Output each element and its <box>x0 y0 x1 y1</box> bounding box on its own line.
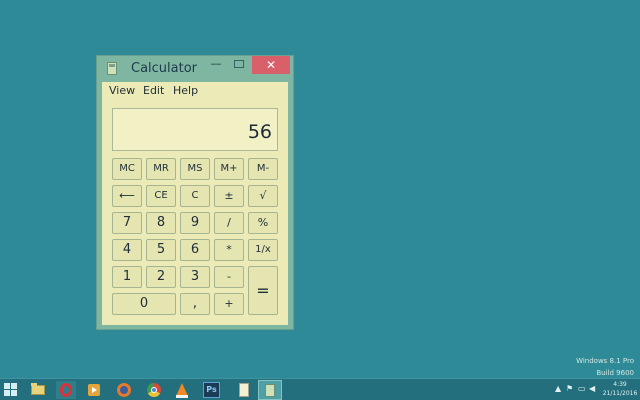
key-multiply[interactable]: * <box>214 239 244 261</box>
key-2[interactable]: 2 <box>146 266 176 288</box>
clock-date[interactable]: 21/11/2016 <box>600 390 640 397</box>
calculator-icon[interactable] <box>258 380 282 400</box>
display-value: 56 <box>247 121 272 143</box>
notepad-icon[interactable] <box>234 381 254 399</box>
key-1[interactable]: 1 <box>112 266 142 288</box>
title-bar[interactable]: Calculator — ✕ <box>97 56 293 82</box>
battery-icon[interactable]: ▭ <box>578 384 586 393</box>
menu-help[interactable]: Help <box>173 84 198 97</box>
key-3[interactable]: 3 <box>180 266 210 288</box>
minimize-button[interactable]: — <box>205 56 227 74</box>
windows-watermark: Windows 8.1 Pro Build 9600 <box>576 355 634 379</box>
taskbar: Ps ▲ ⚑ ▭ ◀ 4:39 21/11/2016 <box>0 378 640 400</box>
photoshop-icon[interactable]: Ps <box>203 382 220 398</box>
key-5[interactable]: 5 <box>146 239 176 261</box>
key-memory-subtract[interactable]: M- <box>248 158 278 180</box>
key-clear-entry[interactable]: CE <box>146 185 176 207</box>
calculator-display: 56 <box>112 108 278 151</box>
menu-view[interactable]: View <box>109 84 135 97</box>
maximize-icon <box>234 60 244 68</box>
show-hidden-icons-icon[interactable]: ▲ <box>555 384 561 393</box>
opera-icon[interactable] <box>56 381 76 399</box>
calculator-body: View Edit Help 56 MC MR MS M+ M- ⟵ CE C … <box>102 82 288 325</box>
key-reciprocal[interactable]: 1/x <box>248 239 278 261</box>
key-4[interactable]: 4 <box>112 239 142 261</box>
key-6[interactable]: 6 <box>180 239 210 261</box>
menu-bar: View Edit Help <box>102 82 288 100</box>
key-backspace[interactable]: ⟵ <box>112 185 142 207</box>
key-square-root[interactable]: √ <box>248 185 278 207</box>
chrome-icon[interactable] <box>144 381 164 399</box>
calculator-window: Calculator — ✕ View Edit Help 56 MC MR M… <box>96 55 294 330</box>
key-negate[interactable]: ± <box>214 185 244 207</box>
clock-time[interactable]: 4:39 <box>600 381 640 388</box>
key-memory-clear[interactable]: MC <box>112 158 142 180</box>
key-memory-recall[interactable]: MR <box>146 158 176 180</box>
key-percent[interactable]: % <box>248 212 278 234</box>
close-button[interactable]: ✕ <box>252 56 290 74</box>
menu-edit[interactable]: Edit <box>143 84 164 97</box>
key-8[interactable]: 8 <box>146 212 176 234</box>
watermark-edition: Windows 8.1 Pro <box>576 357 634 365</box>
vlc-icon[interactable] <box>172 381 192 399</box>
calculator-app-icon <box>107 62 117 75</box>
key-subtract[interactable]: - <box>214 266 244 288</box>
key-divide[interactable]: / <box>214 212 244 234</box>
maximize-button[interactable] <box>227 56 251 74</box>
window-title: Calculator <box>131 61 198 76</box>
media-player-icon[interactable] <box>84 381 104 399</box>
key-memory-add[interactable]: M+ <box>214 158 244 180</box>
key-7[interactable]: 7 <box>112 212 142 234</box>
key-9[interactable]: 9 <box>180 212 210 234</box>
start-icon[interactable] <box>4 383 18 396</box>
firefox-icon[interactable] <box>114 381 134 399</box>
volume-icon[interactable]: ◀ <box>589 384 595 393</box>
key-equals[interactable]: = <box>248 266 278 315</box>
key-decimal[interactable]: , <box>180 293 210 315</box>
key-add[interactable]: + <box>214 293 244 315</box>
file-explorer-icon[interactable] <box>28 381 48 399</box>
key-memory-store[interactable]: MS <box>180 158 210 180</box>
network-icon[interactable]: ⚑ <box>566 384 573 393</box>
key-clear[interactable]: C <box>180 185 210 207</box>
key-0[interactable]: 0 <box>112 293 176 315</box>
